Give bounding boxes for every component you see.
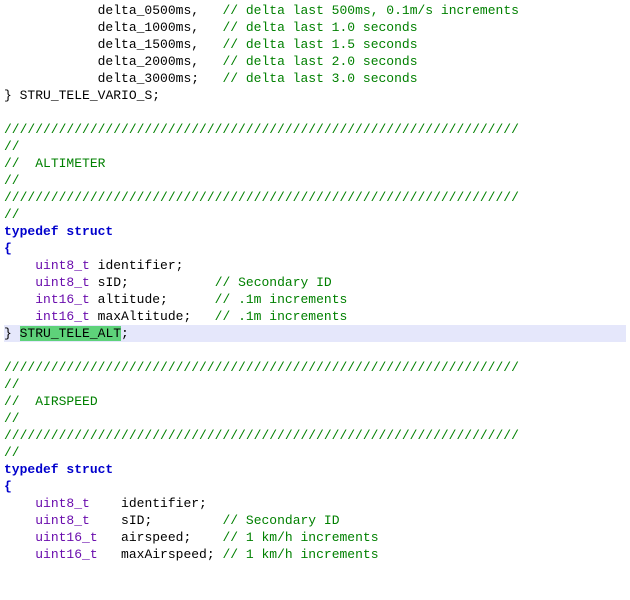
code-line: // ALTIMETER — [4, 155, 626, 172]
code-line: int16_t altitude; // .1m increments — [4, 291, 626, 308]
code-line: ////////////////////////////////////////… — [4, 359, 626, 376]
code-line: { — [4, 240, 626, 257]
code-line: uint8_t identifier; — [4, 257, 626, 274]
code-line: delta_0500ms, // delta last 500ms, 0.1m/… — [4, 2, 626, 19]
code-line-highlighted: } STRU_TELE_ALT; — [4, 325, 626, 342]
code-editor[interactable]: delta_0500ms, // delta last 500ms, 0.1m/… — [0, 0, 630, 565]
code-line: ////////////////////////////////////////… — [4, 427, 626, 444]
code-line: // — [4, 376, 626, 393]
code-line: } STRU_TELE_VARIO_S; — [4, 87, 626, 104]
code-line: ////////////////////////////////////////… — [4, 189, 626, 206]
code-line: delta_3000ms; // delta last 3.0 seconds — [4, 70, 626, 87]
code-line: ////////////////////////////////////////… — [4, 121, 626, 138]
code-line — [4, 342, 626, 359]
code-line: { — [4, 478, 626, 495]
code-line: typedef struct — [4, 461, 626, 478]
code-line: // AIRSPEED — [4, 393, 626, 410]
code-line: // — [4, 206, 626, 223]
code-line: uint8_t sID; // Secondary ID — [4, 274, 626, 291]
code-line: // — [4, 172, 626, 189]
code-line: typedef struct — [4, 223, 626, 240]
code-line: delta_1000ms, // delta last 1.0 seconds — [4, 19, 626, 36]
code-line: int16_t maxAltitude; // .1m increments — [4, 308, 626, 325]
code-line: // — [4, 444, 626, 461]
code-line: // — [4, 410, 626, 427]
code-line: delta_1500ms, // delta last 1.5 seconds — [4, 36, 626, 53]
code-line: uint8_t sID; // Secondary ID — [4, 512, 626, 529]
code-line: uint16_t maxAirspeed; // 1 km/h incremen… — [4, 546, 626, 563]
code-line: uint8_t identifier; — [4, 495, 626, 512]
code-line: delta_2000ms, // delta last 2.0 seconds — [4, 53, 626, 70]
code-line: uint16_t airspeed; // 1 km/h increments — [4, 529, 626, 546]
code-line: // — [4, 138, 626, 155]
code-line — [4, 104, 626, 121]
highlighted-symbol: STRU_TELE_ALT — [20, 326, 121, 341]
